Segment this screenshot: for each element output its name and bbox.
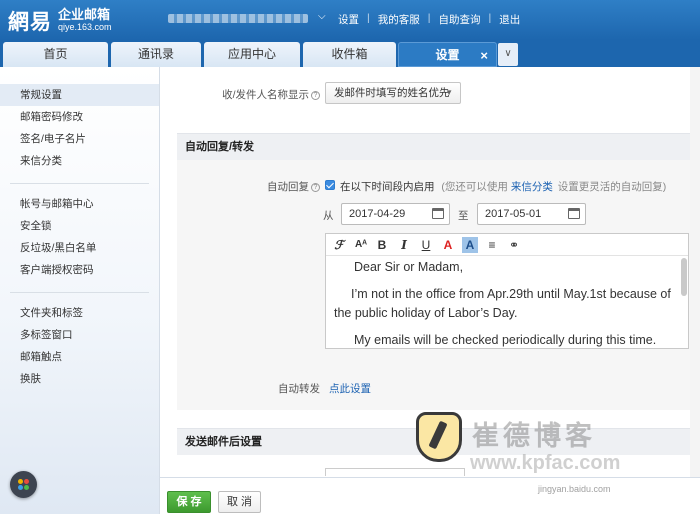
sender-name-select[interactable]: 发邮件时填写的姓名优先 ▼ <box>325 82 461 104</box>
help-icon[interactable]: ? <box>311 183 320 192</box>
align-icon[interactable]: ≡ <box>484 237 500 253</box>
auto-reply-label: 自动回复? <box>177 179 320 194</box>
app-launcher-icon[interactable] <box>10 471 37 498</box>
editor-scrollbar[interactable] <box>681 258 687 296</box>
after-send-section-title: 发送邮件后设置 <box>177 428 690 455</box>
settings-link[interactable]: 设置 <box>338 12 359 27</box>
sidebar-item-mail-rules[interactable]: 来信分类 <box>0 150 159 172</box>
top-links: 设置 | 我的客服 | 自助查询 | 退出 <box>338 12 520 27</box>
auto-reply-editor[interactable]: ℱ Aᴬ B I U A A ≡ ⚭ Dear Sir or Madam, I’… <box>325 233 689 349</box>
sidebar-item-security-lock[interactable]: 安全锁 <box>0 215 159 237</box>
account-chevron-down-icon[interactable]: ⌵ <box>318 11 326 22</box>
bold-icon[interactable]: B <box>374 237 390 253</box>
sender-name-label-text: 收/发件人名称显示 <box>222 89 309 101</box>
tab-bar: 首页 通讯录 应用中心 收件箱 设置 × ∨ <box>0 40 700 67</box>
divider: | <box>488 12 492 24</box>
logout-link[interactable]: 退出 <box>499 12 520 27</box>
sidebar-divider <box>10 292 149 293</box>
self-query-link[interactable]: 自助查询 <box>438 12 480 27</box>
settings-main: 收/发件人名称显示? 发邮件时填写的姓名优先 ▼ 自动回复/转发 自动回复? 在… <box>160 67 700 514</box>
auto-reply-enable-row: 在以下时间段内启用 (您还可以使用 来信分类 设置更灵活的自动回复) <box>340 179 666 194</box>
sender-name-label: 收/发件人名称显示? <box>177 87 320 102</box>
page-scrollbar[interactable] <box>690 67 700 477</box>
sidebar-item-touchpoint[interactable]: 邮箱触点 <box>0 346 159 368</box>
auto-reply-hint-post: 设置更灵活的自动回复) <box>557 181 667 193</box>
auto-forward-setup-link[interactable]: 点此设置 <box>329 381 371 396</box>
sender-name-select-value: 发邮件时填写的姓名优先 <box>334 87 450 99</box>
mail-rules-link[interactable]: 来信分类 <box>511 181 553 193</box>
sidebar-item-multi-tab[interactable]: 多标签窗口 <box>0 324 159 346</box>
italic-icon[interactable]: I <box>396 237 412 253</box>
highlight-icon[interactable]: A <box>462 237 478 253</box>
calendar-icon[interactable] <box>568 208 580 219</box>
save-button[interactable]: 保 存 <box>167 491 211 513</box>
account-name-blurred[interactable] <box>168 14 308 23</box>
editor-paragraph: My emails will be checked periodically d… <box>354 333 657 347</box>
tab-app-center[interactable]: 应用中心 <box>204 42 300 67</box>
sidebar-item-general[interactable]: 常规设置 <box>0 84 159 106</box>
sidebar-divider <box>10 183 149 184</box>
close-icon[interactable]: × <box>480 43 488 68</box>
customer-service-link[interactable]: 我的客服 <box>378 12 420 27</box>
auto-reply-checkbox[interactable] <box>325 180 335 190</box>
tab-settings-label: 设置 <box>435 48 460 62</box>
date-to-value: 2017-05-01 <box>485 208 542 220</box>
divider: | <box>367 12 370 24</box>
underline-icon[interactable]: U <box>418 237 434 253</box>
date-from-value: 2017-04-29 <box>349 208 406 220</box>
auto-reply-enable-label[interactable]: 在以下时间段内启用 <box>340 181 435 193</box>
cancel-button[interactable]: 取 消 <box>218 491 261 513</box>
logo-title: 企业邮箱 <box>58 7 111 22</box>
sidebar-item-antispam[interactable]: 反垃圾/黑白名单 <box>0 237 159 259</box>
chevron-down-icon[interactable]: ∨ <box>498 43 518 66</box>
sidebar-item-skin[interactable]: 换肤 <box>0 368 159 390</box>
footer-bar: 保 存 取 消 <box>160 477 700 514</box>
tab-home[interactable]: 首页 <box>3 42 108 67</box>
after-send-select[interactable] <box>325 468 465 476</box>
auto-reply-label-text: 自动回复 <box>267 181 309 193</box>
logo-text: 企业邮箱 qiye.163.com <box>58 8 112 34</box>
tab-contacts[interactable]: 通讯录 <box>111 42 201 67</box>
help-icon[interactable]: ? <box>311 91 320 100</box>
sidebar-item-client-password[interactable]: 客户端授权密码 <box>0 259 159 281</box>
netease-logo[interactable]: 網易 企业邮箱 qiye.163.com <box>8 6 112 36</box>
sidebar-item-signature[interactable]: 签名/电子名片 <box>0 128 159 150</box>
divider: | <box>427 12 431 24</box>
sidebar-item-folders[interactable]: 文件夹和标签 <box>0 302 159 324</box>
sidebar-item-password[interactable]: 邮箱密码修改 <box>0 106 159 128</box>
top-header: 網易 企业邮箱 qiye.163.com ⌵ 设置 | 我的客服 | 自助查询 … <box>0 0 700 40</box>
to-label: 至 <box>458 210 469 222</box>
font-size-icon[interactable]: Aᴬ <box>353 237 369 253</box>
date-to-input[interactable]: 2017-05-01 <box>477 203 586 225</box>
editor-toolbar: ℱ Aᴬ B I U A A ≡ ⚭ <box>326 234 688 256</box>
font-family-icon[interactable]: ℱ <box>331 237 347 253</box>
auto-reply-section-title: 自动回复/转发 <box>177 133 690 160</box>
from-label: 从 <box>323 210 334 222</box>
editor-paragraph: Dear Sir or Madam, <box>354 260 464 274</box>
editor-body[interactable]: Dear Sir or Madam, I’m not in the office… <box>334 258 680 348</box>
auto-forward-label: 自动转发 <box>278 383 320 395</box>
tab-inbox[interactable]: 收件箱 <box>303 42 396 67</box>
sidebar-item-account-center[interactable]: 帐号与邮箱中心 <box>0 193 159 215</box>
auto-reply-hint-pre: (您还可以使用 <box>441 181 508 193</box>
insert-link-icon[interactable]: ⚭ <box>506 237 522 253</box>
date-from-input[interactable]: 2017-04-29 <box>341 203 450 225</box>
font-color-icon[interactable]: A <box>440 237 456 253</box>
editor-paragraph: I’m not in the office from Apr.29th unti… <box>334 287 671 320</box>
settings-sidebar: 常规设置 邮箱密码修改 签名/电子名片 来信分类 帐号与邮箱中心 安全锁 反垃圾… <box>0 67 160 514</box>
tab-settings[interactable]: 设置 × <box>398 42 497 67</box>
logo-mark: 網易 <box>8 9 52 34</box>
calendar-icon[interactable] <box>432 208 444 219</box>
chevron-down-icon: ▼ <box>445 88 453 97</box>
logo-domain: qiye.163.com <box>58 22 112 32</box>
